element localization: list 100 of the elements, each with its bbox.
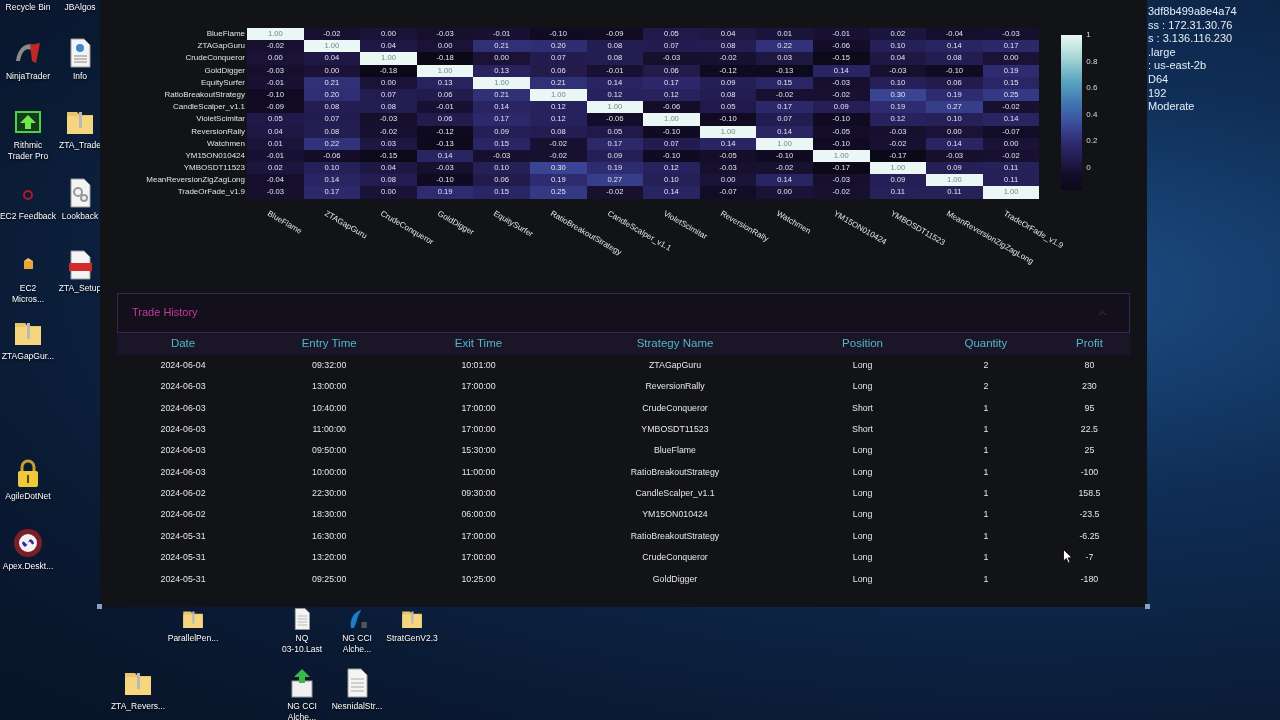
row-label: VioletScimitar <box>195 113 246 126</box>
row-label: Watchmen <box>206 137 246 150</box>
table-cell: Long <box>852 573 873 584</box>
table-cell: 1 <box>983 423 989 434</box>
table-cell: 22:30:00 <box>312 488 347 499</box>
table-cell: CandleScalper_v1.1 <box>635 488 715 499</box>
table-cell: ZTAGapGuru <box>648 359 702 370</box>
table-cell: 10:40:00 <box>312 402 347 413</box>
table-cell: 1 <box>983 552 989 563</box>
table-cell: 17:00:00 <box>461 423 496 434</box>
icon-label[interactable]: JBAlgos <box>64 2 96 13</box>
info-text: Moderate <box>1148 100 1196 114</box>
info-text: : us-east-2b <box>1148 59 1208 73</box>
table-cell: -100 <box>1080 466 1099 477</box>
table-cell: YM15ON010424 <box>642 509 708 520</box>
column-header: Entry Time <box>249 332 410 355</box>
table-cell: 2 <box>983 359 989 370</box>
table-cell: 2 <box>983 381 989 392</box>
scale-tick-label: 0 <box>1086 163 1091 174</box>
icon-label[interactable]: NinjaTrader <box>5 71 51 82</box>
icon-label[interactable]: ZTAGapGur... <box>1 351 55 362</box>
table-cell: 1 <box>983 509 989 520</box>
row-label: EquitySurfer <box>199 76 246 89</box>
icon-label[interactable]: Apex.Deskt... <box>2 561 54 572</box>
table-cell: 17:00:00 <box>461 381 496 392</box>
table-cell: 2024-05-31 <box>160 530 206 541</box>
table-cell: Long <box>852 552 873 563</box>
row-label: MeanReversionZigZagLong <box>145 174 246 187</box>
table-cell: 1 <box>983 466 989 477</box>
row-label: CrudeConqueror <box>184 52 246 65</box>
row-label: GoldDigger <box>203 64 246 77</box>
icon-label[interactable]: ZTA_Revers... <box>110 701 166 712</box>
icon-label[interactable]: AgileDotNet <box>5 491 51 502</box>
icon-label[interactable]: Info <box>72 71 88 82</box>
row-label: RatioBreakoutStrategy <box>163 88 246 101</box>
table-cell: CrudeConqueror <box>642 402 708 413</box>
row-label: CandleScalper_v1.1 <box>171 101 246 114</box>
table-cell: 15:30:00 <box>461 445 496 456</box>
icon-label[interactable]: StratGenV2.3 <box>386 633 438 644</box>
table-cell: 09:25:00 <box>312 573 347 584</box>
table-cell: 25 <box>1084 445 1095 456</box>
table-cell: 2024-06-03 <box>160 445 206 456</box>
table-cell: 22.5 <box>1080 423 1098 434</box>
icon-label[interactable]: ZTA_Trade <box>58 140 101 151</box>
table-cell: 1 <box>983 530 989 541</box>
table-cell: BlueFlame <box>653 445 697 456</box>
table-cell: RatioBreakoutStrategy <box>630 466 720 477</box>
icon-label[interactable]: Lookback <box>61 211 99 222</box>
table-cell: -23.5 <box>1079 509 1100 520</box>
icon-label[interactable]: NQ 03-10.Last <box>281 633 323 655</box>
table-cell: -180 <box>1080 573 1099 584</box>
table-cell: Long <box>852 488 873 499</box>
resize-handle-icon[interactable] <box>97 604 102 609</box>
table-cell: 2024-05-31 <box>160 552 206 563</box>
table-cell: 09:30:00 <box>461 488 496 499</box>
resize-handle-icon[interactable] <box>1145 604 1150 609</box>
table-cell: Long <box>852 381 873 392</box>
table-cell: 2024-05-31 <box>160 573 206 584</box>
icon-label[interactable]: EC2 Micros... <box>11 283 45 305</box>
info-text: 3df8b499a8e4a74 <box>1148 5 1237 19</box>
table-cell: CrudeConqueror <box>642 552 708 563</box>
table-cell: 158.5 <box>1078 488 1101 499</box>
row-label: ZTAGapGuru <box>196 40 246 53</box>
table-cell: 09:50:00 <box>312 445 347 456</box>
round-badge-icon[interactable] <box>12 527 44 559</box>
table-cell: 10:01:00 <box>461 359 496 370</box>
row-label: TradeOrFade_v1.9 <box>176 186 246 199</box>
info-text: D64 <box>1148 72 1170 87</box>
table-cell: 2024-06-03 <box>160 423 206 434</box>
section-title: Trade History <box>132 305 198 321</box>
icon-label[interactable]: NG CCI Alche... <box>287 701 317 720</box>
table-cell: RatioBreakoutStrategy <box>630 530 720 541</box>
row-label: YMBOSDT11523 <box>182 162 246 175</box>
column-header: Position <box>802 332 923 355</box>
table-cell: 1 <box>983 402 989 413</box>
table-cell: 11:00:00 <box>312 423 346 434</box>
mouse-cursor-icon <box>1063 549 1073 564</box>
scale-tick-label: 0.2 <box>1086 136 1098 147</box>
table-cell: 230 <box>1082 381 1097 392</box>
table-cell: 13:20:00 <box>312 552 347 563</box>
icon-label[interactable]: ParallelPen... <box>167 633 219 644</box>
icon-label[interactable]: EC2 Feedback <box>0 211 57 222</box>
table-cell: 2024-06-03 <box>160 466 206 477</box>
section-header[interactable]: Trade History <box>117 292 1130 333</box>
table-cell: 18:30:00 <box>312 509 347 520</box>
table-cell: 17:00:00 <box>461 530 496 541</box>
scale-tick-label: 1 <box>1086 30 1091 40</box>
table-cell: 2024-06-03 <box>160 381 206 392</box>
icon-label[interactable]: ZTA_Setup <box>58 283 102 294</box>
icon-label[interactable]: Recycle Bin <box>5 2 51 13</box>
info-text: .large <box>1148 45 1177 60</box>
icon-label[interactable]: Rithmic Trader Pro <box>7 140 49 162</box>
table-cell: 13:00:00 <box>312 381 347 392</box>
table-cell: GoldDigger <box>652 573 698 584</box>
icon-label[interactable]: NG CCI Alche... <box>342 633 372 655</box>
row-label: YM15ON010424 <box>184 149 246 162</box>
table-cell: 80 <box>1084 359 1095 370</box>
table-cell: 11:00:00 <box>461 466 496 477</box>
table-cell: 10:25:00 <box>461 573 496 584</box>
icon-label[interactable]: NesnidalStr... <box>331 701 383 712</box>
